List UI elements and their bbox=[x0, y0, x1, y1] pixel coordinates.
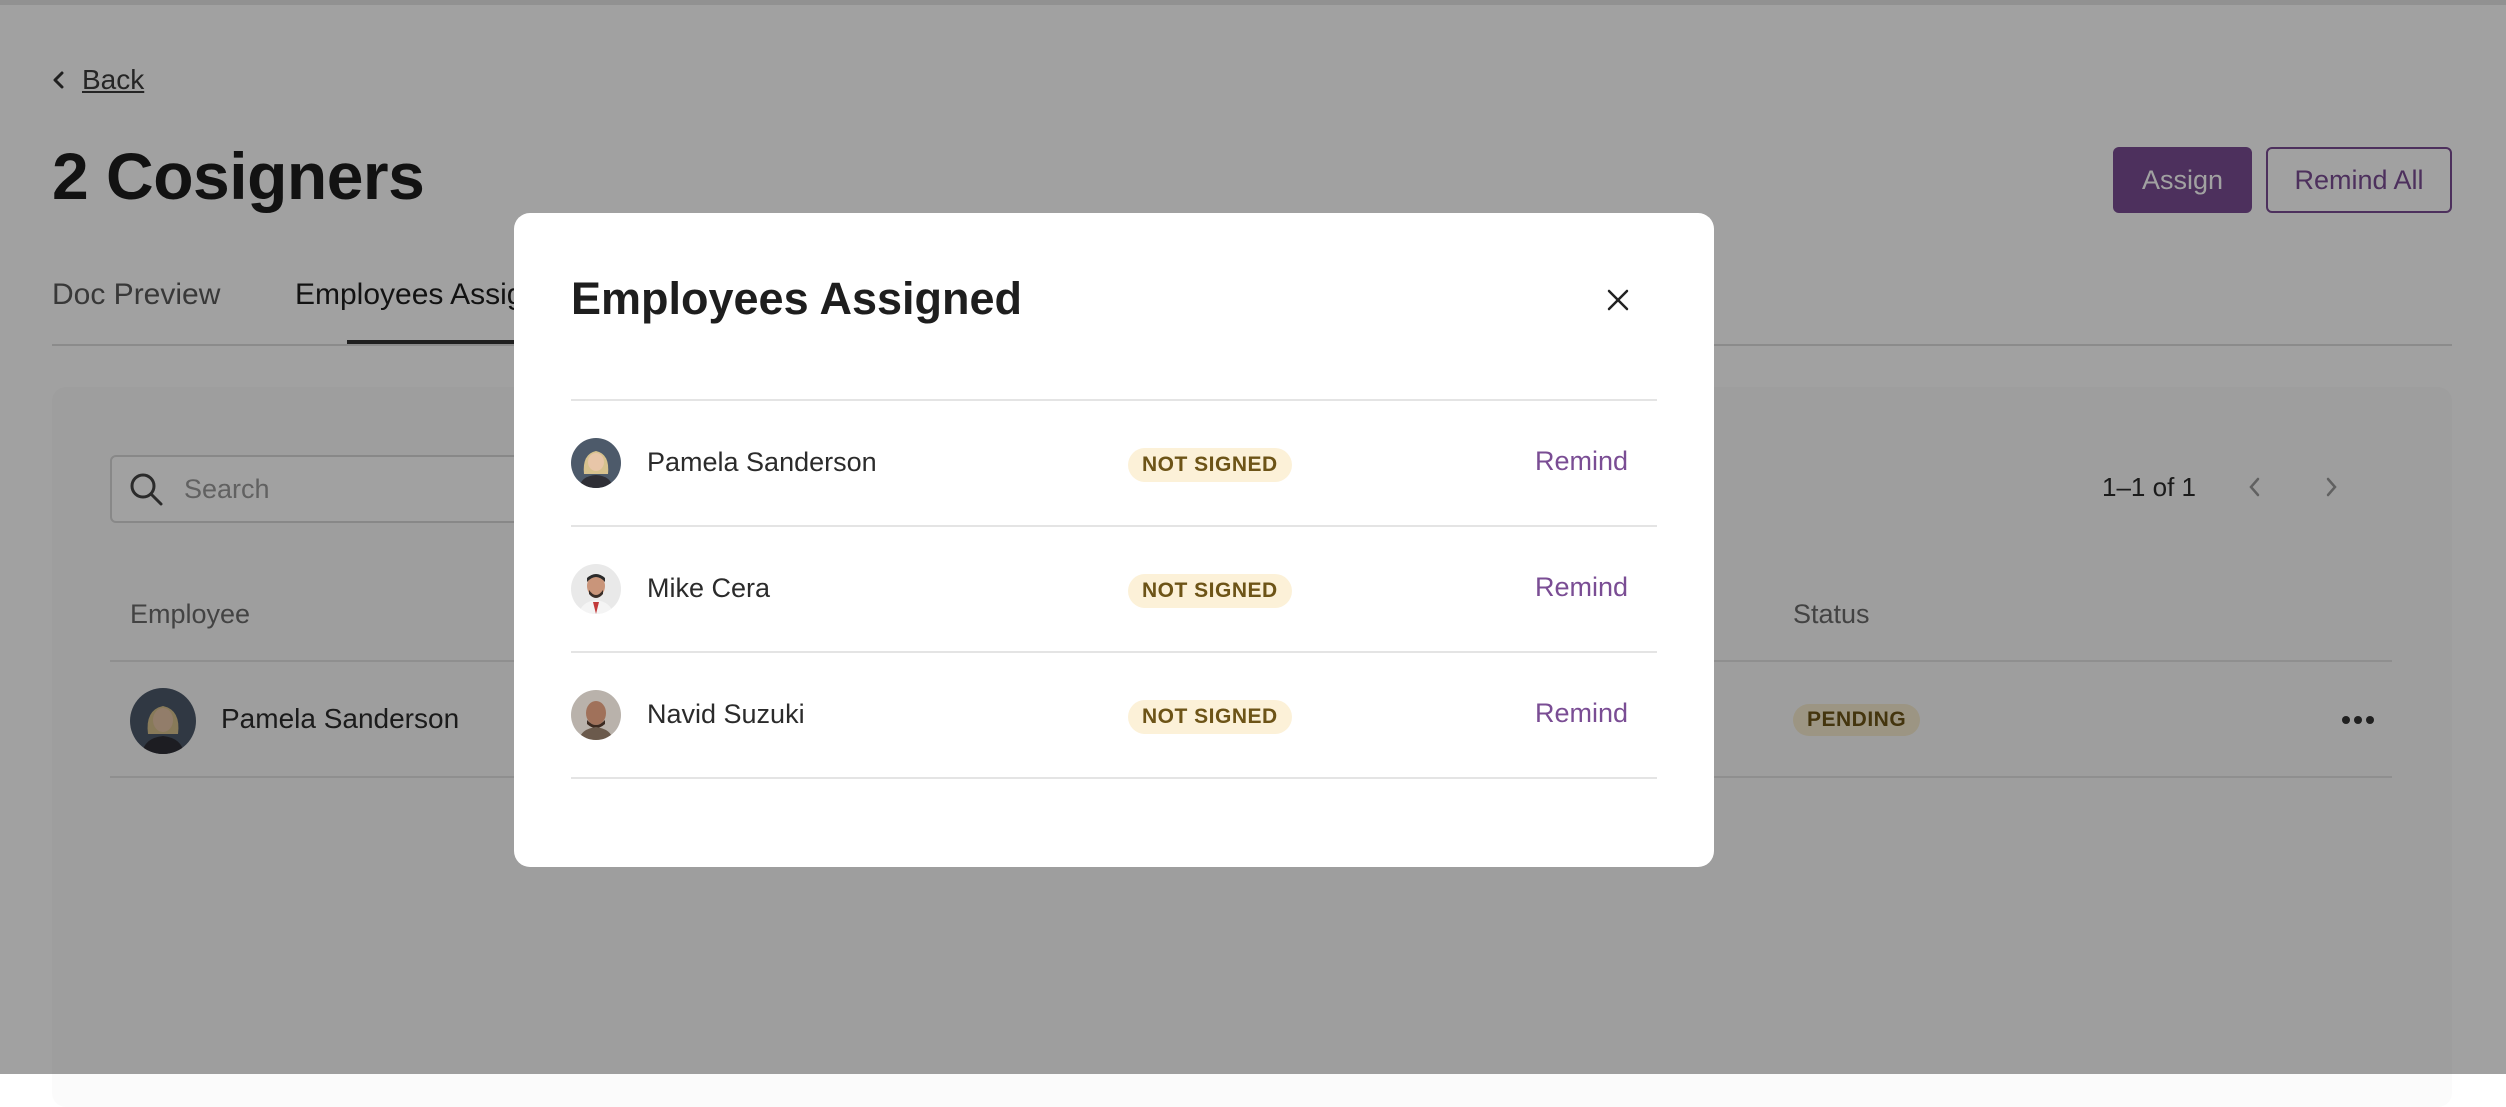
modal-divider bbox=[571, 777, 1657, 779]
list-item: Pamela Sanderson NOT SIGNED Remind bbox=[571, 401, 1657, 525]
avatar bbox=[571, 690, 621, 740]
status-badge: NOT SIGNED bbox=[1128, 700, 1292, 734]
remind-button[interactable]: Remind bbox=[1535, 572, 1628, 603]
avatar bbox=[571, 564, 621, 614]
employees-assigned-modal: Employees Assigned Pamela Sanderson NOT … bbox=[514, 213, 1714, 867]
employee-name: Navid Suzuki bbox=[647, 699, 805, 729]
employee-name: Pamela Sanderson bbox=[647, 447, 877, 477]
modal-title: Employees Assigned bbox=[571, 273, 1022, 324]
status-badge: NOT SIGNED bbox=[1128, 448, 1292, 482]
list-item: Mike Cera NOT SIGNED Remind bbox=[571, 527, 1657, 651]
remind-button[interactable]: Remind bbox=[1535, 446, 1628, 477]
employee-name: Mike Cera bbox=[647, 573, 771, 603]
status-badge: NOT SIGNED bbox=[1128, 574, 1292, 608]
close-icon bbox=[1607, 289, 1629, 311]
list-item: Navid Suzuki NOT SIGNED Remind bbox=[571, 653, 1657, 777]
remind-button[interactable]: Remind bbox=[1535, 698, 1628, 729]
close-button[interactable] bbox=[1603, 285, 1633, 315]
avatar bbox=[571, 438, 621, 488]
